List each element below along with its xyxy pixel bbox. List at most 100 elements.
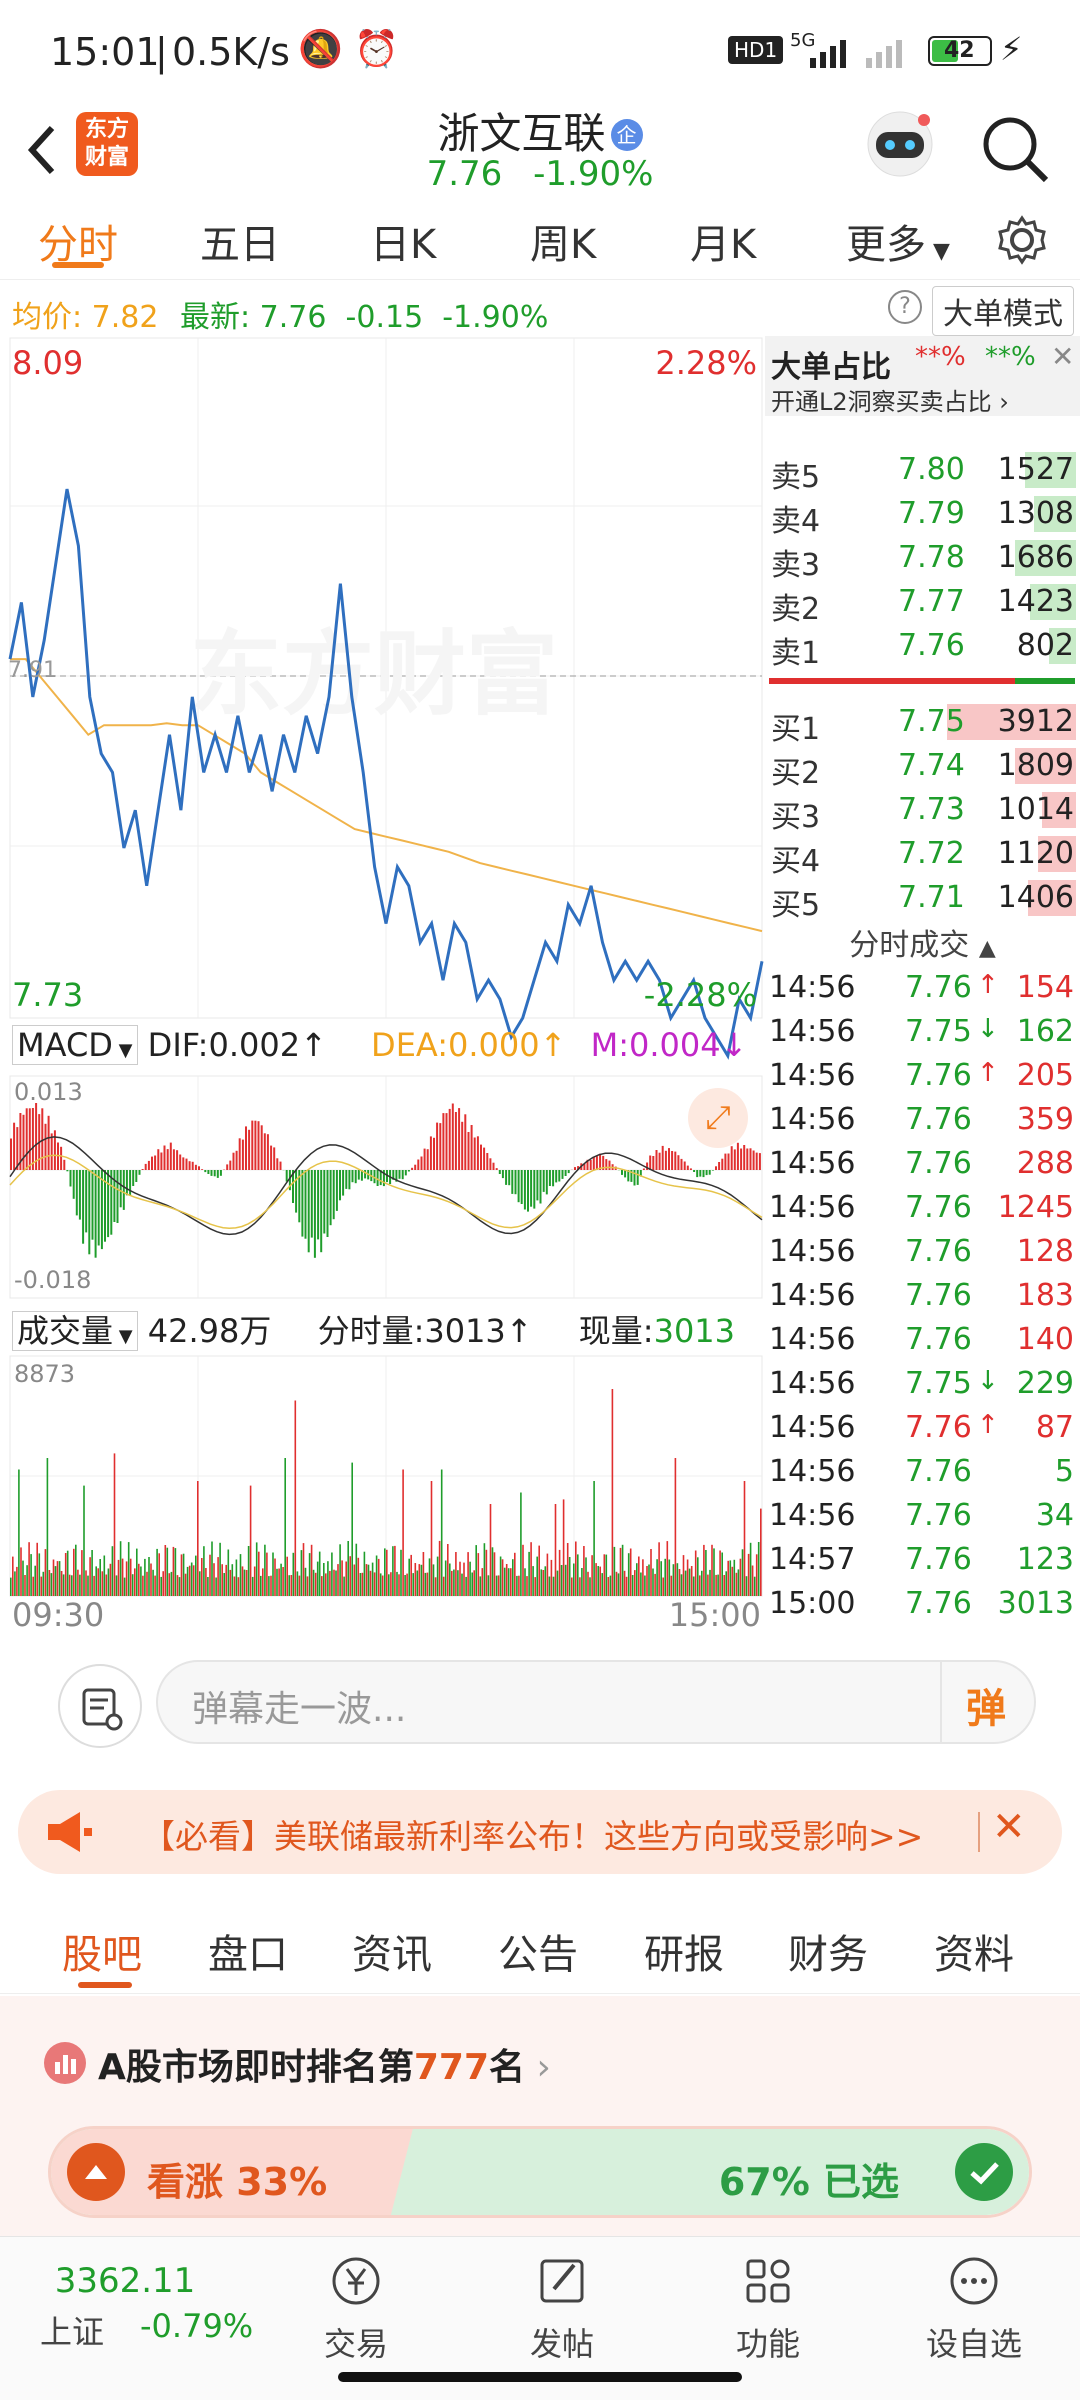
volume-bar — [274, 1558, 276, 1596]
order-book: 大单占比 **% **% ✕ 开通L2洞察买卖占比 › 卖5 7.80 1527 卖4… — [765, 336, 1080, 1636]
macd-selector[interactable]: MACD ▼ — [12, 1025, 138, 1065]
macd-bar — [94, 1170, 97, 1258]
volume-bar — [262, 1568, 264, 1596]
bid-row[interactable]: 买4 7.72 1120 — [765, 832, 1080, 879]
trade-volume: 5 — [1054, 1454, 1074, 1489]
ask-row[interactable]: 卖4 7.79 1308 — [765, 492, 1080, 539]
macd-bar — [454, 1112, 457, 1170]
volume-selector[interactable]: 成交量 ▼ — [12, 1311, 138, 1351]
tab-profile[interactable]: 资料 — [934, 1922, 1014, 1980]
volume-bar — [369, 1570, 372, 1596]
trades-header[interactable]: 分时成交 ▲ — [765, 920, 1080, 964]
macd-bar — [595, 1156, 598, 1170]
volume-bar — [436, 1556, 439, 1596]
vote-down-label[interactable]: 67% 已选 — [719, 2151, 899, 2206]
close-icon[interactable]: ✕ — [1051, 340, 1074, 373]
macd-bar — [442, 1113, 445, 1170]
vote-up-icon[interactable] — [67, 2143, 125, 2201]
volume-bar — [304, 1567, 307, 1596]
add-watchlist-button[interactable]: 设自选 — [904, 2237, 1044, 2365]
post-button[interactable]: 发帖 — [492, 2237, 632, 2365]
tab-more[interactable]: 更多 ▼ — [846, 212, 950, 270]
volume-bar — [292, 1552, 295, 1596]
macd-bar — [407, 1170, 410, 1172]
tab-announcements[interactable]: 公告 — [498, 1922, 578, 1980]
volume-bar — [530, 1542, 532, 1596]
banner-close-icon[interactable]: ✕ — [992, 1804, 1026, 1850]
tab-monthly-k[interactable]: 月K — [690, 212, 756, 270]
volume-bar — [115, 1575, 118, 1596]
tab-finance[interactable]: 财务 — [788, 1922, 868, 1980]
l2-promo-link[interactable]: 开通L2洞察买卖占比 › — [771, 382, 1009, 417]
vote-up-label[interactable]: 看涨 33% — [147, 2151, 327, 2206]
macd-bar — [107, 1170, 110, 1238]
ask-row[interactable]: 卖5 7.80 1527 — [765, 448, 1080, 495]
volume-bar — [231, 1564, 234, 1596]
volume-bar — [434, 1577, 437, 1596]
volume-bar — [168, 1573, 171, 1596]
ranking-card: A股市场即时排名第777名 › 看涨 33% 67% 已选 — [0, 1996, 1080, 2236]
trade-price: 7.76 — [905, 1190, 972, 1225]
tab-guba[interactable]: 股吧 — [62, 1922, 142, 1980]
danmu-send-button[interactable]: 弹 — [966, 1676, 1006, 1734]
volume-bar — [619, 1547, 622, 1596]
macd-bar — [179, 1154, 182, 1170]
volume-bar — [308, 1553, 311, 1596]
volume-bar — [347, 1541, 349, 1596]
price-info-bar: 均价: 7.82 最新: 7.76 -0.15 -1.90% ? 大单模式 — [0, 282, 1080, 338]
volume-bar — [152, 1569, 154, 1596]
tab-weekly-k[interactable]: 周K — [530, 212, 596, 270]
danmu-input[interactable]: 弹幕走一波... 弹 — [156, 1660, 1036, 1744]
macd-bar — [182, 1157, 185, 1170]
danmu-settings-icon[interactable] — [58, 1664, 142, 1748]
time-end-label: 15:00 — [668, 1596, 761, 1634]
macd-bar — [758, 1153, 761, 1170]
robot-avatar-icon[interactable] — [860, 104, 940, 184]
volume-bar — [670, 1575, 673, 1596]
ask-row[interactable]: 卖2 7.77 1423 — [765, 580, 1080, 627]
help-icon[interactable]: ? — [888, 290, 922, 324]
bid-row[interactable]: 买1 7.75 3912 — [765, 700, 1080, 747]
trade-price: 7.76 — [905, 1058, 972, 1093]
news-banner[interactable]: 【必看】美联储最新利率公布！这些方向或受影响>> ✕ — [18, 1790, 1062, 1874]
ask-row[interactable]: 卖3 7.78 1686 — [765, 536, 1080, 583]
settings-gear-icon[interactable] — [996, 214, 1048, 266]
index-quote[interactable]: 3362.11 — [40, 2261, 210, 2301]
tab-indicator — [52, 262, 104, 268]
tab-daily-k[interactable]: 日K — [370, 212, 436, 270]
bid-row[interactable]: 买3 7.73 1014 — [765, 788, 1080, 835]
volume-bar — [32, 1576, 34, 1596]
volume-bar — [123, 1577, 126, 1596]
volume-bar — [392, 1546, 394, 1596]
volume-bar — [686, 1559, 689, 1596]
macd-bar — [122, 1170, 125, 1210]
intraday-chart[interactable]: 东方财富 8.09 2.28% 7.91 7.73 -2.28% MACD ▼ … — [0, 336, 765, 1636]
macd-bar — [132, 1170, 135, 1186]
header-price: 7.76 — [426, 154, 503, 194]
ranking-text[interactable]: A股市场即时排名第777名 › — [98, 2038, 551, 2090]
tab-five-day[interactable]: 五日 — [200, 212, 280, 270]
volume-bar — [408, 1558, 410, 1596]
tab-pankou[interactable]: 盘口 — [208, 1922, 288, 1980]
trade-button[interactable]: 交易 — [286, 2237, 426, 2365]
expand-icon[interactable]: ⤢ — [688, 1088, 748, 1148]
volume-bar — [365, 1564, 368, 1596]
danmu-placeholder: 弹幕走一波... — [192, 1689, 407, 1730]
tab-research[interactable]: 研报 — [644, 1922, 724, 1980]
macd-bar — [339, 1170, 341, 1201]
search-icon[interactable] — [976, 110, 1056, 190]
tab-news[interactable]: 资讯 — [352, 1922, 432, 1980]
volume-bar — [493, 1552, 496, 1596]
volume-bar — [465, 1576, 467, 1596]
macd-bar — [329, 1170, 332, 1226]
ask-row[interactable]: 卖1 7.76 802 — [765, 624, 1080, 671]
bid-row[interactable]: 买2 7.74 1809 — [765, 744, 1080, 791]
volume-bar — [66, 1550, 69, 1596]
bid-row[interactable]: 买5 7.71 1406 — [765, 876, 1080, 923]
function-button[interactable]: 功能 — [698, 2237, 838, 2365]
trade-arrow: ↑ — [977, 1058, 999, 1088]
volume-bar — [121, 1558, 124, 1596]
macd-bar — [198, 1166, 200, 1170]
large-order-mode-button[interactable]: 大单模式 — [932, 286, 1074, 336]
volume-bar — [384, 1548, 386, 1596]
